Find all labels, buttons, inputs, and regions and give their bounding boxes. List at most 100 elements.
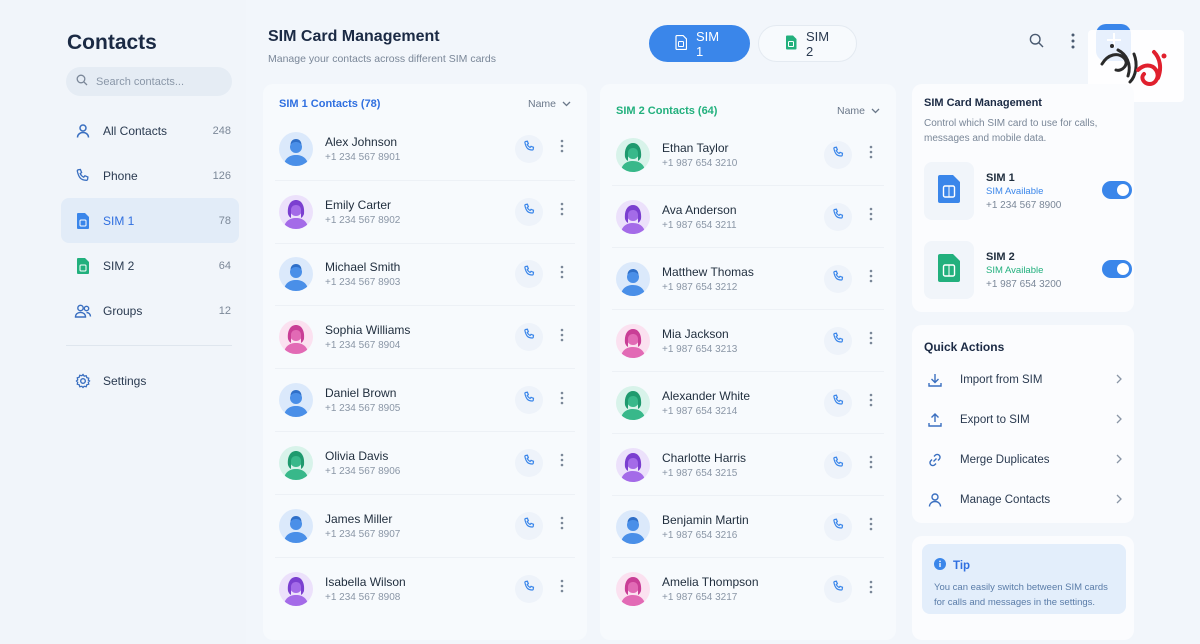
call-button[interactable]	[824, 450, 852, 479]
sort-dropdown[interactable]: Name	[528, 98, 571, 110]
sim-number: +1 234 567 8900	[986, 199, 1062, 211]
call-button[interactable]	[515, 574, 543, 603]
quick-action-label: Import from SIM	[960, 374, 1043, 386]
contact-row[interactable]: Alexander White +1 987 654 3214	[612, 372, 884, 434]
contact-phone: +1 234 567 8901	[325, 151, 401, 163]
sidebar-item-phone[interactable]: Phone 126	[61, 153, 239, 198]
contact-row[interactable]: Sophia Williams +1 234 567 8904	[275, 306, 575, 370]
contact-row[interactable]: Matthew Thomas +1 987 654 3212	[612, 248, 884, 310]
search-input[interactable]	[96, 75, 216, 88]
contact-more-button[interactable]	[864, 393, 878, 413]
call-button[interactable]	[824, 264, 852, 293]
call-button[interactable]	[515, 260, 543, 289]
phone-icon	[832, 456, 845, 474]
import-from-sim-button[interactable]: Import from SIM	[926, 365, 1122, 395]
contact-more-button[interactable]	[864, 517, 878, 537]
contact-phone: +1 987 654 3213	[662, 343, 738, 355]
call-button[interactable]	[515, 386, 543, 415]
contact-more-button[interactable]	[864, 269, 878, 289]
contact-more-button[interactable]	[864, 331, 878, 351]
contact-more-button[interactable]	[864, 145, 878, 165]
sidebar-item-count: 78	[218, 214, 231, 227]
sidebar-divider	[66, 345, 232, 346]
sim1-toggle[interactable]	[1102, 181, 1132, 199]
contact-more-button[interactable]	[555, 516, 569, 536]
phone-icon	[523, 517, 536, 535]
chevron-right-icon	[1116, 414, 1122, 427]
call-button[interactable]	[824, 202, 852, 231]
contact-more-button[interactable]	[555, 202, 569, 222]
sim2-toggle[interactable]	[1102, 260, 1132, 278]
search-box[interactable]	[66, 67, 232, 96]
contact-row[interactable]: Olivia Davis +1 234 567 8906	[275, 432, 575, 495]
contact-row[interactable]: Mia Jackson +1 987 654 3213	[612, 310, 884, 372]
sidebar-item-sim1[interactable]: SIM 1 78	[61, 198, 239, 243]
contact-row[interactable]: Charlotte Harris +1 987 654 3215	[612, 434, 884, 496]
sidebar-item-count: 248	[212, 124, 231, 137]
sidebar-item-sim2[interactable]: SIM 2 64	[61, 243, 239, 288]
panel-title: SIM 1 Contacts (78)	[279, 98, 381, 110]
more-options-button[interactable]	[1063, 33, 1083, 53]
sidebar-item-groups[interactable]: Groups 12	[61, 288, 239, 333]
sort-label: Name	[836, 105, 865, 117]
contact-row[interactable]: Ethan Taylor +1 987 654 3210	[612, 124, 884, 186]
search-button[interactable]	[1026, 33, 1046, 53]
call-button[interactable]	[515, 197, 543, 226]
call-button[interactable]	[824, 388, 852, 417]
contact-more-button[interactable]	[555, 264, 569, 284]
contact-more-button[interactable]	[864, 207, 878, 227]
contact-more-button[interactable]	[864, 579, 878, 599]
sidebar-item-all-contacts[interactable]: All Contacts 248	[61, 108, 239, 153]
tab-sim1[interactable]: SIM 1	[649, 25, 750, 62]
sim-card-icon	[74, 212, 92, 230]
contact-more-button[interactable]	[864, 455, 878, 475]
quick-action-label: Export to SIM	[960, 414, 1030, 426]
contact-row[interactable]: Benjamin Martin +1 987 654 3216	[612, 496, 884, 558]
contact-name: Ava Anderson	[662, 202, 737, 217]
call-button[interactable]	[515, 448, 543, 477]
panel-title: SIM 2 Contacts (64)	[616, 105, 718, 117]
phone-icon	[832, 208, 845, 226]
avatar	[279, 571, 313, 606]
contact-row[interactable]: Isabella Wilson +1 234 567 8908	[275, 558, 575, 621]
call-button[interactable]	[824, 140, 852, 169]
contact-phone: +1 987 654 3215	[662, 467, 738, 479]
contact-name: Daniel Brown	[325, 386, 397, 401]
call-button[interactable]	[824, 512, 852, 541]
chevron-right-icon	[1116, 454, 1122, 467]
tab-label: SIM 2	[806, 28, 830, 59]
tab-sim2[interactable]: SIM 2	[758, 25, 857, 62]
phone-icon	[832, 518, 845, 536]
sidebar-item-label: Phone	[103, 168, 138, 183]
contact-row[interactable]: James Miller +1 234 567 8907	[275, 495, 575, 558]
contact-more-button[interactable]	[555, 453, 569, 473]
merge-duplicates-button[interactable]: Merge Duplicates	[926, 445, 1122, 475]
contact-row[interactable]: Daniel Brown +1 234 567 8905	[275, 369, 575, 432]
contact-row[interactable]: Alex Johnson +1 234 567 8901	[275, 118, 575, 181]
export-to-sim-button[interactable]: Export to SIM	[926, 405, 1122, 435]
call-button[interactable]	[515, 323, 543, 352]
call-button[interactable]	[515, 511, 543, 540]
sort-dropdown[interactable]: Name	[837, 105, 880, 117]
sort-label: Name	[527, 98, 556, 110]
manage-contacts-button[interactable]: Manage Contacts	[926, 485, 1122, 515]
download-icon	[926, 371, 944, 389]
sidebar-item-settings[interactable]: Settings	[61, 358, 239, 403]
contact-more-button[interactable]	[555, 579, 569, 599]
contact-more-button[interactable]	[555, 390, 569, 410]
contact-more-button[interactable]	[555, 139, 569, 159]
contact-row[interactable]: Michael Smith +1 234 567 8903	[275, 244, 575, 307]
contact-row[interactable]: Emily Carter +1 234 567 8902	[275, 181, 575, 244]
contact-row[interactable]: Amelia Thompson +1 987 654 3217	[612, 558, 884, 620]
contact-phone: +1 234 567 8907	[325, 528, 401, 540]
contact-more-button[interactable]	[555, 327, 569, 347]
call-button[interactable]	[824, 326, 852, 355]
gear-icon	[74, 372, 92, 390]
more-vertical-icon	[560, 516, 564, 535]
link-icon	[926, 451, 944, 469]
call-button[interactable]	[824, 575, 852, 603]
contact-name: Matthew Thomas	[662, 264, 754, 279]
contact-row[interactable]: Ava Anderson +1 987 654 3211	[612, 186, 884, 248]
call-button[interactable]	[515, 134, 543, 163]
phone-icon	[832, 332, 845, 350]
